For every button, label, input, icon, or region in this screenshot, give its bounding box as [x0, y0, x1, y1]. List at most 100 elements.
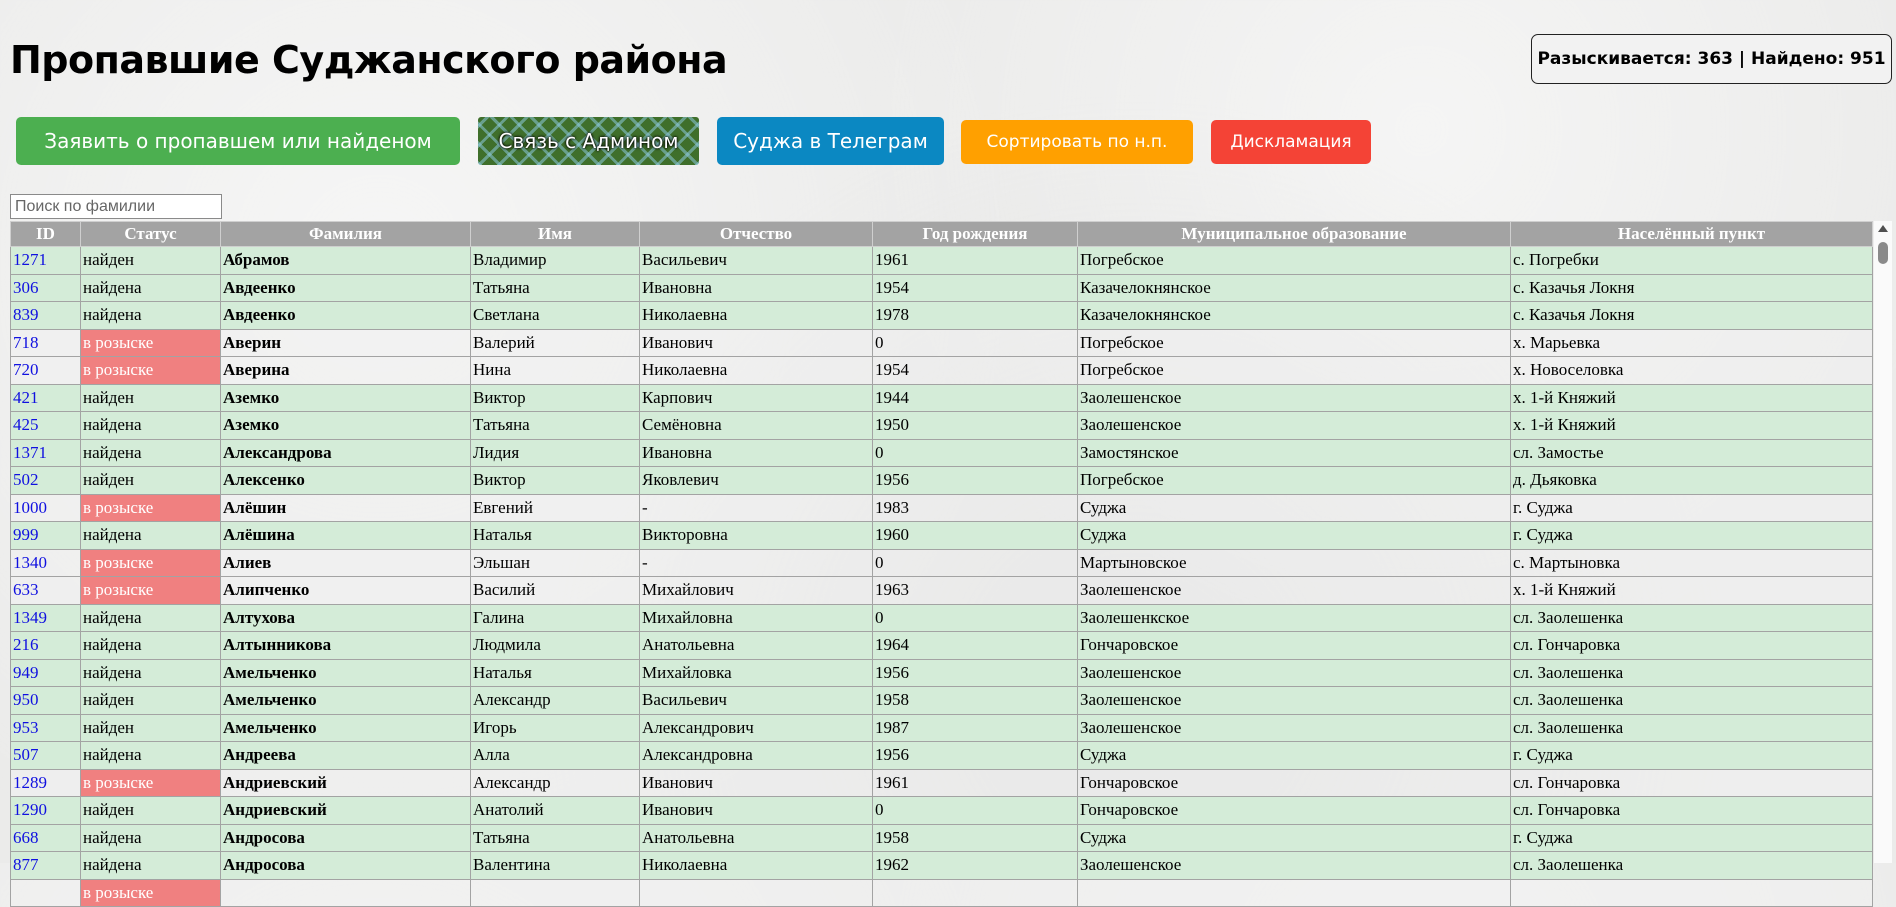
row-id[interactable]: 999 — [10, 521, 81, 550]
row-status: найдена — [80, 603, 221, 632]
row-status: найдена — [80, 658, 221, 687]
surname-search-input[interactable] — [10, 194, 222, 219]
row-status: найдена — [80, 851, 221, 880]
row-name: Валерий — [470, 328, 640, 357]
row-status: найдена — [80, 741, 221, 770]
row-id[interactable]: 306 — [10, 273, 81, 302]
row-settlement: сл. Гончаровка — [1510, 796, 1873, 825]
row-settlement: сл. Заолешенка — [1510, 713, 1873, 742]
row-municipality: Суджа — [1077, 741, 1511, 770]
row-id[interactable]: 1271 — [10, 246, 81, 275]
row-municipality: Заолешенское — [1077, 658, 1511, 687]
row-id[interactable]: 1349 — [10, 603, 81, 632]
row-id[interactable]: 425 — [10, 411, 81, 440]
row-name: Евгений — [470, 493, 640, 522]
row-settlement: х. Новоселовка — [1510, 356, 1873, 385]
row-id[interactable]: 877 — [10, 851, 81, 880]
row-name — [470, 878, 640, 907]
row-municipality: Замостянское — [1077, 438, 1511, 467]
row-id[interactable]: 421 — [10, 383, 81, 412]
row-status: найдена — [80, 631, 221, 660]
row-patronymic — [639, 878, 873, 907]
row-patronymic: Николаевна — [639, 851, 873, 880]
row-settlement: сл. Заолешенка — [1510, 851, 1873, 880]
table-row: 216 найдена Алтынникова Людмила Анатольевна 1… — [10, 631, 1873, 660]
row-municipality — [1077, 878, 1511, 907]
table-row: 999 найдена Алёшина Наталья Викторовна 1960 Су… — [10, 521, 1873, 550]
row-patronymic: Михайловна — [639, 603, 873, 632]
row-surname: Аземко — [220, 411, 471, 440]
table-row: 1371 найдена Александрова Лидия Ивановна 0 Зам… — [10, 438, 1873, 467]
row-birth-year: 0 — [872, 438, 1078, 467]
row-id[interactable]: 668 — [10, 823, 81, 852]
row-municipality: Гончаровское — [1077, 631, 1511, 660]
table-scrollbar[interactable] — [1874, 221, 1892, 863]
column-header-settlement[interactable]: Населённый пункт — [1510, 221, 1873, 247]
row-name: Виктор — [470, 383, 640, 412]
row-settlement: с. Мартыновка — [1510, 548, 1873, 577]
row-patronymic: Васильевич — [639, 246, 873, 275]
report-missing-button[interactable]: Заявить о пропавшем или найденом — [16, 117, 460, 165]
table-row: 507 найдена Андреева Алла Александровна 1956 С… — [10, 741, 1873, 770]
row-id[interactable]: 1371 — [10, 438, 81, 467]
row-patronymic: Викторовна — [639, 521, 873, 550]
row-id[interactable]: 953 — [10, 713, 81, 742]
row-id[interactable]: 216 — [10, 631, 81, 660]
row-id[interactable] — [10, 878, 81, 907]
row-surname: Андросова — [220, 823, 471, 852]
row-surname: Александрова — [220, 438, 471, 467]
row-birth-year: 1944 — [872, 383, 1078, 412]
row-id[interactable]: 1290 — [10, 796, 81, 825]
row-municipality: Погребское — [1077, 328, 1511, 357]
row-name: Игорь — [470, 713, 640, 742]
telegram-button[interactable]: Суджа в Телеграм — [717, 117, 944, 165]
row-patronymic: Иванович — [639, 796, 873, 825]
row-id[interactable]: 633 — [10, 576, 81, 605]
row-id[interactable]: 718 — [10, 328, 81, 357]
row-birth-year: 1987 — [872, 713, 1078, 742]
table-row: 1349 найдена Алтухова Галина Михайловна 0 Заол… — [10, 603, 1873, 632]
disclaimer-button[interactable]: Дискламация — [1211, 120, 1371, 164]
row-birth-year: 0 — [872, 603, 1078, 632]
row-id[interactable]: 502 — [10, 466, 81, 495]
scrollbar-thumb[interactable] — [1878, 242, 1888, 264]
row-surname: Аземко — [220, 383, 471, 412]
table-row: 1271 найден Абрамов Владимир Васильевич 1961 П… — [10, 246, 1873, 275]
column-header-patronymic[interactable]: Отчество — [639, 221, 873, 247]
row-settlement: х. 1-й Княжий — [1510, 576, 1873, 605]
row-id[interactable]: 507 — [10, 741, 81, 770]
sort-by-settlement-button[interactable]: Сортировать по н.п. — [961, 120, 1193, 164]
row-name: Владимир — [470, 246, 640, 275]
column-header-name[interactable]: Имя — [470, 221, 640, 247]
row-municipality: Заолешенское — [1077, 713, 1511, 742]
row-settlement: г. Суджа — [1510, 741, 1873, 770]
row-surname: Алёшина — [220, 521, 471, 550]
scroll-up-icon[interactable] — [1878, 225, 1888, 232]
column-header-municipality[interactable]: Муниципальное образование — [1077, 221, 1511, 247]
row-id[interactable]: 949 — [10, 658, 81, 687]
row-id[interactable]: 720 — [10, 356, 81, 385]
row-surname: Андриевский — [220, 768, 471, 797]
row-birth-year: 1964 — [872, 631, 1078, 660]
column-header-id[interactable]: ID — [10, 221, 81, 247]
column-header-status[interactable]: Статус — [80, 221, 221, 247]
row-birth-year: 1954 — [872, 273, 1078, 302]
row-surname: Авдеенко — [220, 273, 471, 302]
column-header-birth-year[interactable]: Год рождения — [872, 221, 1078, 247]
table-row: 668 найдена Андросова Татьяна Анатольевна 195… — [10, 823, 1873, 852]
column-header-surname[interactable]: Фамилия — [220, 221, 471, 247]
row-birth-year: 1978 — [872, 301, 1078, 330]
contact-admin-button[interactable]: Связь с Админом — [478, 117, 699, 165]
row-id[interactable]: 839 — [10, 301, 81, 330]
row-status: найден — [80, 383, 221, 412]
row-name: Людмила — [470, 631, 640, 660]
row-name: Наталья — [470, 521, 640, 550]
row-id[interactable]: 1289 — [10, 768, 81, 797]
table-row: 1290 найден Андриевский Анатолий Иванович 0 Го… — [10, 796, 1873, 825]
row-id[interactable]: 950 — [10, 686, 81, 715]
table-row: 718 в розыске Аверин Валерий Иванович 0 Погреб… — [10, 328, 1873, 357]
row-id[interactable]: 1340 — [10, 548, 81, 577]
row-status: найдена — [80, 411, 221, 440]
row-id[interactable]: 1000 — [10, 493, 81, 522]
row-birth-year: 1961 — [872, 768, 1078, 797]
